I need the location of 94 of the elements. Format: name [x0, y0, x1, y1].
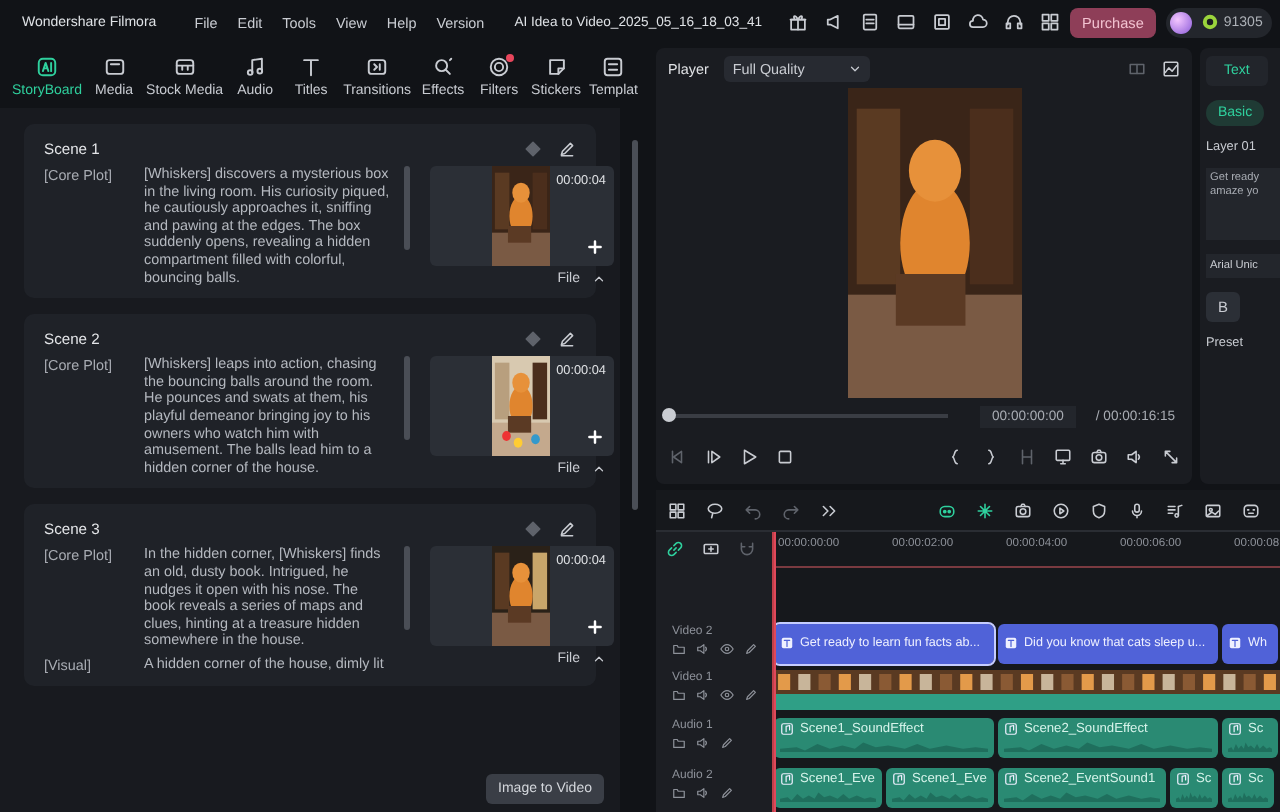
note-icon[interactable]	[1228, 771, 1242, 785]
sparkle-icon[interactable]	[976, 501, 994, 519]
text-clip-icon[interactable]	[1004, 636, 1018, 650]
stock-icon[interactable]	[173, 55, 196, 77]
pencil-icon[interactable]	[720, 736, 734, 750]
media-icon[interactable]	[103, 55, 126, 77]
step-back-icon[interactable]	[668, 447, 686, 465]
folder-icon[interactable]	[672, 688, 686, 702]
compare-icon[interactable]	[1128, 59, 1146, 77]
layout-icon[interactable]	[896, 12, 917, 32]
plus-icon[interactable]	[586, 618, 604, 637]
coin-icon	[1201, 14, 1218, 30]
gift-icon[interactable]	[788, 12, 809, 32]
scrollbar[interactable]	[404, 166, 410, 250]
progress-thumb[interactable]	[662, 408, 676, 422]
folder-icon[interactable]	[672, 736, 686, 750]
text-clip-icon[interactable]	[1228, 636, 1242, 650]
stop-icon[interactable]	[776, 447, 794, 465]
undo-icon[interactable]	[744, 501, 762, 519]
speaker-icon[interactable]	[1126, 447, 1144, 465]
note-icon[interactable]	[1176, 771, 1190, 785]
chevron-up-icon[interactable]	[592, 272, 606, 286]
edit-icon[interactable]	[558, 330, 576, 349]
eye-icon[interactable]	[720, 642, 734, 656]
speaker-icon[interactable]	[696, 642, 710, 656]
document-icon[interactable]	[860, 12, 881, 32]
link-icon[interactable]	[666, 540, 684, 558]
chevron-up-icon[interactable]	[592, 462, 606, 477]
diamond-icon[interactable]	[524, 520, 542, 539]
speaker-icon[interactable]	[696, 786, 710, 800]
play-icon[interactable]	[740, 447, 758, 465]
music-icon[interactable]	[244, 55, 267, 77]
chevron-down-icon[interactable]	[848, 61, 863, 75]
eye-icon[interactable]	[720, 688, 734, 702]
apps-icon[interactable]	[1040, 12, 1061, 32]
titles-icon[interactable]	[300, 55, 323, 77]
grid-icon[interactable]	[668, 501, 686, 519]
chart-icon[interactable]	[1162, 59, 1180, 77]
add-track-icon[interactable]	[702, 540, 720, 558]
pencil-icon[interactable]	[744, 642, 758, 656]
chevron-up-icon[interactable]	[592, 652, 606, 667]
note-icon[interactable]	[1004, 771, 1018, 785]
templates-icon[interactable]	[602, 55, 625, 77]
speaker-icon[interactable]	[696, 736, 710, 750]
play-circle-icon[interactable]	[1052, 501, 1070, 519]
frame-icon[interactable]	[932, 12, 953, 32]
camera-icon[interactable]	[1014, 501, 1032, 519]
camera-icon[interactable]	[1090, 447, 1108, 465]
headset-icon[interactable]	[1004, 12, 1025, 32]
microphone-icon[interactable]	[1128, 501, 1146, 519]
chevrons-icon[interactable]	[820, 501, 838, 519]
monitor-icon[interactable]	[1054, 447, 1072, 465]
shield-icon[interactable]	[1090, 501, 1108, 519]
effects-icon[interactable]	[432, 55, 455, 77]
lasso-icon[interactable]	[706, 501, 724, 519]
note-icon[interactable]	[1004, 721, 1018, 735]
music-list-icon[interactable]	[1166, 501, 1184, 519]
note-icon[interactable]	[780, 721, 794, 735]
edit-icon[interactable]	[558, 140, 576, 158]
cloud-icon[interactable]	[968, 12, 989, 32]
redo-icon[interactable]	[782, 501, 800, 519]
transitions-icon[interactable]	[366, 55, 389, 77]
scrollbar[interactable]	[404, 546, 410, 631]
stickers-icon[interactable]	[545, 55, 567, 77]
note-icon[interactable]	[780, 771, 794, 785]
mark-out-icon[interactable]	[982, 447, 1000, 465]
image-icon[interactable]	[1204, 501, 1222, 519]
mark-in-icon[interactable]	[946, 447, 964, 465]
plus-icon[interactable]	[586, 238, 604, 256]
speaker-icon[interactable]	[696, 688, 710, 702]
expand-icon[interactable]	[1162, 447, 1180, 465]
split-icon[interactable]	[1018, 447, 1036, 465]
play-frame-icon[interactable]	[704, 447, 722, 465]
pencil-icon[interactable]	[720, 786, 734, 800]
folder-icon[interactable]	[672, 642, 686, 656]
edit-icon[interactable]	[558, 520, 576, 539]
note-icon[interactable]	[1228, 721, 1242, 735]
note-icon[interactable]	[892, 771, 906, 785]
diamond-icon[interactable]	[524, 140, 542, 158]
filters-icon[interactable]	[488, 55, 511, 77]
diamond-icon[interactable]	[524, 330, 542, 349]
scrollbar[interactable]	[404, 356, 410, 441]
video-clip[interactable]	[774, 669, 1280, 709]
scrollbar[interactable]	[632, 140, 638, 510]
folder-icon[interactable]	[672, 786, 686, 800]
text-clip-icon[interactable]	[780, 636, 794, 650]
pencil-icon[interactable]	[744, 688, 758, 702]
face-icon[interactable]	[1242, 501, 1260, 519]
robot-icon[interactable]	[938, 501, 956, 519]
plus-icon[interactable]	[586, 428, 604, 447]
megaphone-icon[interactable]	[824, 12, 845, 32]
ai-icon[interactable]	[36, 55, 59, 77]
magnet-icon[interactable]	[738, 540, 756, 558]
avatar[interactable]	[1169, 11, 1192, 33]
